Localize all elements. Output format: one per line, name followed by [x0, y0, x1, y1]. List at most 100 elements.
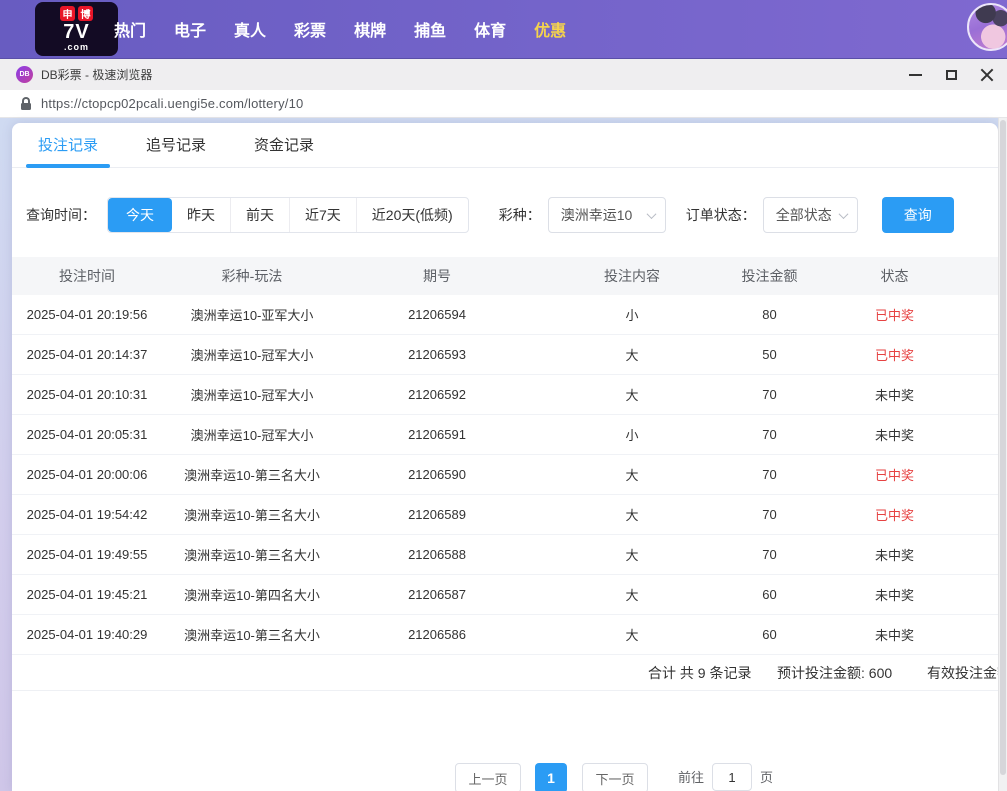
- close-icon[interactable]: [969, 59, 1005, 91]
- window-title: DB彩票 - 极速浏览器: [41, 66, 152, 83]
- current-page-button[interactable]: 1: [535, 763, 567, 791]
- url-text[interactable]: https://ctopcp02pcali.uengi5e.com/lotter…: [41, 96, 303, 111]
- table-row: 2025-04-01 19:54:42澳洲幸运10-第三名大小21206589大…: [12, 495, 998, 535]
- status-select-value: 全部状态: [776, 205, 832, 225]
- column-header-3: 期号: [342, 266, 532, 286]
- table-row: 2025-04-01 20:10:31澳洲幸运10-冠军大小21206592大7…: [12, 375, 998, 415]
- total-records-text: 合计 共 9 条记录: [648, 655, 751, 691]
- cell-issue: 21206593: [342, 347, 532, 362]
- lottery-select[interactable]: 澳洲幸运10: [548, 197, 666, 233]
- nav-item-3[interactable]: 真人: [220, 17, 280, 41]
- cell-time: 2025-04-01 20:00:06: [12, 467, 162, 482]
- minimize-icon[interactable]: [897, 59, 933, 91]
- cell-content: 大: [532, 625, 732, 644]
- nav-item-6[interactable]: 捕鱼: [400, 17, 460, 41]
- cell-issue: 21206588: [342, 547, 532, 562]
- cell-time: 2025-04-01 20:10:31: [12, 387, 162, 402]
- record-tabs: 投注记录 追号记录 资金记录: [12, 123, 998, 168]
- maximize-icon[interactable]: [933, 59, 969, 91]
- table-row: 2025-04-01 20:19:56澳洲幸运10-亚军大小21206594小8…: [12, 295, 998, 335]
- tab-3[interactable]: 资金记录: [254, 123, 314, 168]
- nav-item-8[interactable]: 优惠: [520, 17, 580, 41]
- cell-amount: 50: [732, 347, 807, 362]
- nav-item-4[interactable]: 彩票: [280, 17, 340, 41]
- status-select[interactable]: 全部状态: [763, 197, 858, 233]
- time-option-1[interactable]: 今天: [108, 198, 172, 232]
- nav-item-5[interactable]: 棋牌: [340, 17, 400, 41]
- cell-amount: 60: [732, 587, 807, 602]
- cell-amount: 70: [732, 427, 807, 442]
- next-page-button[interactable]: 下一页: [582, 763, 648, 791]
- cell-time: 2025-04-01 19:40:29: [12, 627, 162, 642]
- nav-item-2[interactable]: 电子: [160, 17, 220, 41]
- tab-2[interactable]: 追号记录: [146, 123, 206, 168]
- cell-content: 大: [532, 385, 732, 404]
- cell-content: 大: [532, 505, 732, 524]
- time-filter-group: 今天昨天前天近7天近20天(低频): [107, 197, 469, 233]
- logo-badge-shen: 申: [60, 6, 75, 21]
- cell-status: 未中奖: [807, 585, 982, 604]
- scrollbar[interactable]: [998, 118, 1007, 791]
- time-option-5[interactable]: 近20天(低频): [356, 198, 468, 232]
- pagination: 上一页 1 下一页 前往 页: [455, 763, 773, 791]
- cell-status: 已中奖: [807, 505, 982, 524]
- address-bar[interactable]: https://ctopcp02pcali.uengi5e.com/lotter…: [0, 90, 1007, 118]
- cell-amount: 60: [732, 627, 807, 642]
- column-header-4: 投注内容: [532, 266, 732, 286]
- browser-titlebar: DB DB彩票 - 极速浏览器: [0, 58, 1007, 90]
- column-header-6: 状态: [807, 266, 982, 286]
- cell-status: 已中奖: [807, 305, 982, 324]
- scrollbar-thumb[interactable]: [1000, 120, 1006, 775]
- logo-badge-bo: 博: [78, 6, 93, 21]
- top-navigation: 申 博 7V .com 热门电子真人彩票棋牌捕鱼体育优惠: [0, 0, 1007, 58]
- cell-game: 澳洲幸运10-冠军大小: [162, 385, 342, 404]
- logo-sub-text: .com: [64, 42, 89, 52]
- time-option-2[interactable]: 昨天: [172, 198, 230, 232]
- cell-time: 2025-04-01 19:54:42: [12, 507, 162, 522]
- cell-game: 澳洲幸运10-第三名大小: [162, 505, 342, 524]
- goto-page-input[interactable]: [712, 763, 752, 791]
- page-unit-label: 页: [760, 763, 773, 791]
- logo-main-text: 7V: [63, 22, 89, 42]
- cell-game: 澳洲幸运10-第四名大小: [162, 585, 342, 604]
- cell-game: 澳洲幸运10-冠军大小: [162, 425, 342, 444]
- cell-content: 大: [532, 465, 732, 484]
- user-avatar[interactable]: [967, 3, 1007, 51]
- table-row: 2025-04-01 19:40:29澳洲幸运10-第三名大小21206586大…: [12, 615, 998, 655]
- cell-status: 未中奖: [807, 425, 982, 444]
- column-header-2: 彩种-玩法: [162, 266, 342, 286]
- search-button[interactable]: 查询: [882, 197, 954, 233]
- time-option-4[interactable]: 近7天: [289, 198, 356, 232]
- column-header-5: 投注金额: [732, 266, 807, 286]
- cell-status: 未中奖: [807, 625, 982, 644]
- cell-status: 未中奖: [807, 385, 982, 404]
- cell-issue: 21206589: [342, 507, 532, 522]
- cell-status: 已中奖: [807, 345, 982, 364]
- screen: 申 博 7V .com 热门电子真人彩票棋牌捕鱼体育优惠 DB DB彩票 - 极…: [0, 0, 1007, 791]
- cell-amount: 70: [732, 507, 807, 522]
- main-menu: 热门电子真人彩票棋牌捕鱼体育优惠: [100, 0, 580, 58]
- cell-content: 大: [532, 345, 732, 364]
- summary-row: 合计 共 9 条记录 预计投注金额: 600 有效投注金额: [12, 655, 998, 691]
- cell-issue: 21206592: [342, 387, 532, 402]
- prev-page-button[interactable]: 上一页: [455, 763, 521, 791]
- cell-content: 大: [532, 545, 732, 564]
- cell-status: 已中奖: [807, 465, 982, 484]
- cell-time: 2025-04-01 19:49:55: [12, 547, 162, 562]
- nav-item-1[interactable]: 热门: [100, 17, 160, 41]
- goto-label: 前往: [678, 763, 704, 791]
- cell-issue: 21206591: [342, 427, 532, 442]
- cell-status: 未中奖: [807, 545, 982, 564]
- cell-issue: 21206590: [342, 467, 532, 482]
- lock-icon: [21, 97, 31, 110]
- expected-amount-text: 预计投注金额: 600: [777, 655, 892, 691]
- cell-issue: 21206594: [342, 307, 532, 322]
- cell-game: 澳洲幸运10-第三名大小: [162, 465, 342, 484]
- tab-1[interactable]: 投注记录: [38, 123, 98, 168]
- logo-badges: 申 博: [60, 6, 93, 21]
- cell-game: 澳洲幸运10-第三名大小: [162, 625, 342, 644]
- cell-game: 澳洲幸运10-冠军大小: [162, 345, 342, 364]
- time-option-3[interactable]: 前天: [230, 198, 289, 232]
- chevron-down-icon: [838, 209, 848, 219]
- nav-item-7[interactable]: 体育: [460, 17, 520, 41]
